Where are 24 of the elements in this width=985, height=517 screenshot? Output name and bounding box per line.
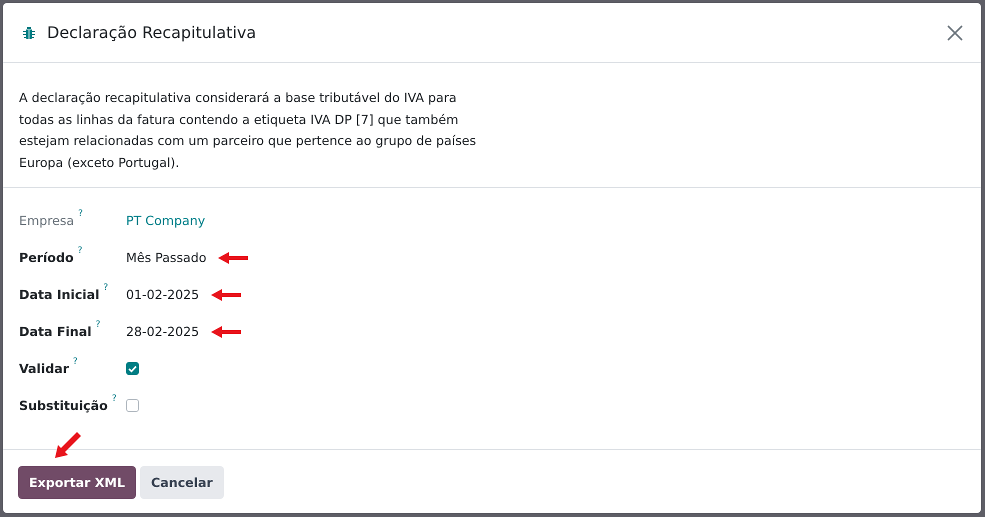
help-tooltip[interactable]: ? bbox=[112, 394, 117, 404]
field-label: Data Final bbox=[19, 324, 92, 339]
field-label: Período bbox=[19, 250, 74, 265]
help-tooltip[interactable]: ? bbox=[96, 320, 100, 330]
field-label: Data Inicial bbox=[19, 287, 100, 302]
dialog-title: Declaração Recapitulativa bbox=[47, 23, 258, 42]
help-tooltip[interactable]: ? bbox=[78, 209, 83, 219]
help-tooltip[interactable]: ? bbox=[72, 357, 78, 367]
field-value: 01-02-2025 bbox=[126, 287, 200, 302]
checkbox[interactable] bbox=[126, 362, 139, 375]
field-value: 28-02-2025 bbox=[126, 324, 200, 339]
field-value: Mês Passado bbox=[126, 250, 206, 265]
checkbox[interactable] bbox=[126, 399, 139, 412]
company-link[interactable]: PT Company bbox=[126, 213, 206, 228]
field-label: Validar bbox=[19, 361, 69, 376]
help-tooltip[interactable]: ? bbox=[103, 283, 108, 293]
export-button[interactable]: Exportar XML bbox=[18, 466, 136, 499]
field-label: Empresa bbox=[19, 213, 74, 228]
cancel-button[interactable]: Cancelar bbox=[140, 466, 224, 499]
help-tooltip[interactable]: ? bbox=[78, 246, 82, 256]
description-text: A declaração recapitulativa considerará a base tributável do IVA para todas as linhas da fatura contendo a etiqueta IVA DP [7] que também estejam relacionadas com um parceiro que pertence ao grupo de países Europa (exceto Portugal). bbox=[19, 89, 478, 172]
close-button[interactable] bbox=[945, 22, 965, 42]
field-label: Substituição bbox=[19, 398, 108, 413]
bug-icon bbox=[23, 26, 35, 39]
